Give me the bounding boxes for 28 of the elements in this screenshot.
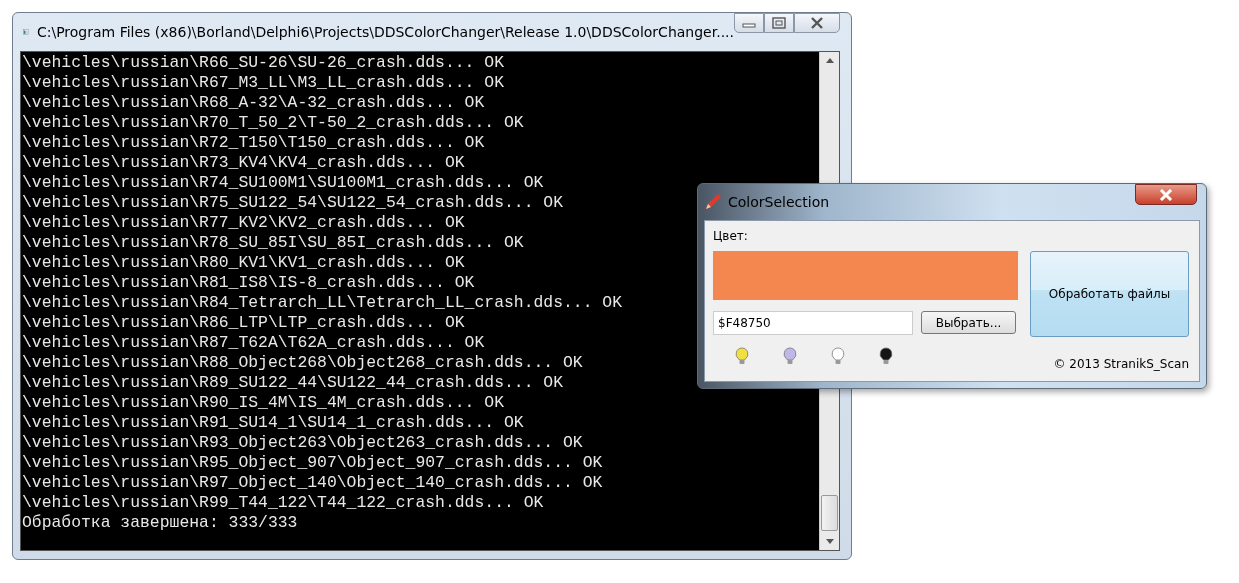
console-line: \vehicles\russian\R66_SU-26\SU-26_crash.dds... OK — [22, 53, 504, 73]
color-label: Цвет: — [713, 229, 749, 245]
window-title: ColorSelection — [728, 194, 831, 210]
console-line: \vehicles\russian\R95_Object_907\Object_907_crash.dds... OK — [22, 453, 603, 473]
console-line: \vehicles\russian\R93_Object263\Object263_crash.dds... OK — [22, 433, 583, 453]
console-line: \vehicles\russian\R88_Object268\Object268_crash.dds... OK — [22, 353, 583, 373]
console-line: \vehicles\russian\R74_SU100M1\SU100M1_crash.dds... OK — [22, 173, 544, 193]
console-line: \vehicles\russian\R97_Object_140\Object_140_crash.dds... OK — [22, 473, 603, 493]
console-line: \vehicles\russian\R90_IS_4M\IS_4M_crash.dds... OK — [22, 393, 504, 413]
console-line: \vehicles\russian\R67_M3_LL\M3_LL_crash.dds... OK — [22, 73, 504, 93]
copyright-text: © 2013 StranikS_Scan — [1053, 357, 1189, 371]
console-line: \vehicles\russian\R77_KV2\KV2_crash.dds... OK — [22, 213, 465, 233]
console-line: \vehicles\russian\R84_Tetrarch_LL\Tetrarch_LL_crash.dds... OK — [22, 293, 622, 313]
console-line: \vehicles\russian\R78_SU_85I\SU_85I_crash.dds... OK — [22, 233, 524, 253]
console-line: \vehicles\russian\R68_A-32\A-32_crash.dds... OK — [22, 93, 485, 113]
console-line: \vehicles\russian\R75_SU122_54\SU122_54_crash.dds... OK — [22, 193, 563, 213]
console-line: \vehicles\russian\R91_SU14_1\SU14_1_crash.dds... OK — [22, 413, 524, 433]
console-line: \vehicles\russian\R72_T150\T150_crash.dds... OK — [22, 133, 485, 153]
console-line: \vehicles\russian\R70_T_50_2\T-50_2_crash.dds... OK — [22, 113, 524, 133]
console-line: \vehicles\russian\R89_SU122_44\SU122_44_crash.dds... OK — [22, 373, 563, 393]
window-title: C:\Program Files (x86)\Borland\Delphi6\Projects\DDSColorChanger\Release 1.0\DDSColorChanger.... — [36, 24, 734, 40]
console-line: \vehicles\russian\R80_KV1\KV1_crash.dds... OK — [22, 253, 465, 273]
console-line: \vehicles\russian\R73_KV4\KV4_crash.dds... OK — [22, 153, 465, 173]
console-line: Обработка завершена: 333/333 — [22, 513, 298, 533]
console-line: \vehicles\russian\R86_LTP\LTP_crash.dds... OK — [22, 313, 465, 333]
console-line: \vehicles\russian\R99_T44_122\T44_122_crash.dds... OK — [22, 493, 544, 513]
console-line: \vehicles\russian\R81_IS8\IS-8_crash.dds... OK — [22, 273, 475, 293]
console-line: \vehicles\russian\R87_T62A\T62A_crash.dds... OK — [22, 333, 485, 353]
